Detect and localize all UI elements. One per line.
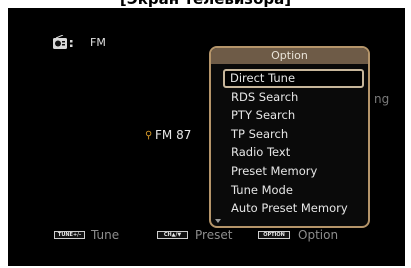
option-menu-panel: Option Direct Tune RDS Search PTY Search… [209, 46, 370, 228]
radio-icon [53, 35, 73, 49]
menu-item-tune-mode[interactable]: Tune Mode [225, 181, 364, 200]
tv-screen: FM ⚲ FM 87 ng TUNE+/- Tune CH▲/▼ Preset … [8, 8, 405, 266]
page-caption: [Экран телевизора] [0, 0, 411, 8]
menu-item-direct-tune[interactable]: Direct Tune [223, 69, 364, 88]
option-menu-title: Option [211, 48, 368, 64]
location-pin-icon: ⚲ [145, 130, 153, 141]
option-label: Option [298, 228, 339, 242]
preset-label: Preset [195, 228, 233, 242]
menu-item-auto-preset-memory[interactable]: Auto Preset Memory [225, 199, 364, 218]
background-text-fragment: ng [374, 92, 390, 106]
option-menu-list: Direct Tune RDS Search PTY Search TP Sea… [211, 69, 368, 218]
station-frequency: FM 87 [155, 128, 192, 142]
preset-button-chip: CH▲/▼ [157, 231, 188, 239]
menu-item-pty-search[interactable]: PTY Search [225, 106, 364, 125]
scroll-down-arrow-icon[interactable] [215, 219, 221, 223]
tune-button-chip: TUNE+/- [54, 231, 85, 239]
menu-item-tp-search[interactable]: TP Search [225, 125, 364, 144]
source-label: FM [90, 36, 106, 49]
option-button-chip: OPTION [258, 231, 290, 239]
tune-label: Tune [91, 228, 120, 242]
bottom-guide-bar: TUNE+/- Tune CH▲/▼ Preset OPTION Option [8, 228, 405, 244]
menu-item-rds-search[interactable]: RDS Search [225, 88, 364, 107]
menu-item-preset-memory[interactable]: Preset Memory [225, 162, 364, 181]
menu-item-radio-text[interactable]: Radio Text [225, 143, 364, 162]
